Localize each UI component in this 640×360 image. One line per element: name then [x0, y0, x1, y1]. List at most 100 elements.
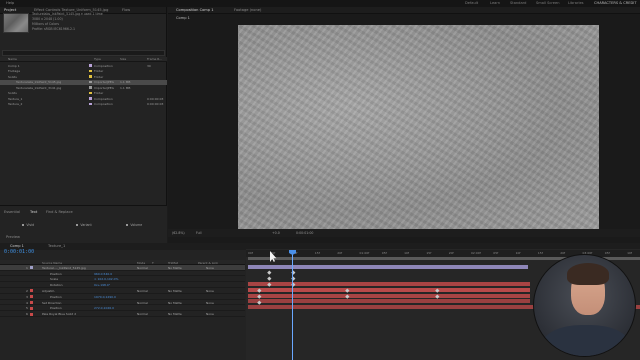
tab-project[interactable]: Project [4, 8, 16, 12]
layer-name[interactable]: Position [50, 272, 62, 276]
column-size[interactable]: Size [120, 57, 126, 61]
layer-label-color[interactable] [30, 306, 33, 310]
property-value[interactable]: 1970.0,1290.0 [94, 295, 116, 299]
exposure-value[interactable]: +0.0 [272, 231, 280, 235]
column-parent[interactable]: Parent & Link [198, 261, 218, 265]
layer-label-color[interactable] [30, 289, 33, 293]
layer-row[interactable]: Rotation 0x+198.0° [0, 282, 245, 288]
timeline-timecode[interactable]: 0:00:01:00 [4, 249, 34, 255]
layer-row[interactable]: 3 Position 1970.0,1290.0 [0, 294, 245, 300]
option-volume[interactable]: Volume [126, 223, 142, 227]
column-frame-rate[interactable]: Frame R... [147, 57, 162, 61]
parent-select[interactable]: None [206, 289, 214, 293]
parent-select[interactable]: None [206, 301, 214, 305]
tab-flow[interactable]: Flow [122, 8, 130, 12]
parent-select[interactable]: None [206, 312, 214, 316]
label-color-swatch[interactable] [89, 102, 92, 106]
column-t[interactable]: T [152, 261, 154, 265]
label-color-swatch[interactable] [89, 69, 92, 73]
parent-select[interactable]: None [206, 266, 214, 270]
layer-number: 4 [26, 300, 28, 305]
property-value[interactable]: ∞ 102.0,102.0% [94, 277, 118, 281]
project-row[interactable]: Texturelabs_InkPaint_5145.jpg ImporterJPE… [0, 79, 167, 85]
layer-row[interactable]: 4 Set Direction Normal No Matte None [0, 300, 245, 306]
label-color-swatch[interactable] [89, 64, 92, 67]
blend-mode-select[interactable]: Normal [137, 266, 148, 270]
zoom-level[interactable]: (62.8%) [172, 231, 185, 235]
project-row[interactable]: Texture_2 Composition 0:00:00:03 [0, 102, 167, 107]
workspace-default[interactable]: Default [465, 1, 478, 5]
option-variant[interactable]: Variant [76, 223, 92, 227]
label-color-swatch[interactable] [89, 86, 92, 89]
project-search-input[interactable] [2, 50, 165, 56]
tab-comp-1[interactable]: Comp 1 [10, 244, 24, 248]
tab-find-replace[interactable]: Find & Replace [46, 210, 73, 214]
layer-row[interactable]: Scale ∞ 102.0,102.0% [0, 277, 245, 283]
layer-row[interactable]: 6 Pale Royal Blue Solid 2 Normal No Matte No… [0, 311, 245, 317]
layer-label-color[interactable] [30, 312, 33, 316]
layer-row[interactable]: 5 Position 272.0,1026.0 [0, 306, 245, 312]
column-source-name[interactable]: Source Name [42, 261, 62, 265]
blend-mode-select[interactable]: Normal [137, 301, 148, 305]
blend-mode-select[interactable]: Normal [137, 289, 148, 293]
ruler-tick-label: 05f [604, 251, 610, 255]
playhead-line[interactable] [292, 250, 293, 360]
track-matte-select[interactable]: No Matte [168, 289, 182, 293]
label-color-swatch[interactable] [89, 80, 92, 84]
column-type[interactable]: Type [94, 57, 101, 61]
layer-row[interactable]: Position 960.0,540.0 [0, 271, 245, 277]
property-value[interactable]: 272.0,1026.0 [94, 306, 114, 310]
label-color-swatch[interactable] [89, 91, 92, 95]
layer-label-color[interactable] [30, 301, 33, 305]
menu-help[interactable]: Help [6, 1, 14, 5]
project-row[interactable]: Comp 1 Composition 30 [0, 63, 167, 68]
layer-name[interactable]: Rotation [50, 283, 63, 287]
project-row[interactable]: Texture_1 Composition 0:00:00:03 [0, 96, 167, 101]
layer-label-color[interactable] [30, 295, 33, 299]
track-matte-select[interactable]: No Matte [168, 266, 182, 270]
layer-name[interactable]: Adjustm. [42, 289, 55, 293]
workspace-small-screen[interactable]: Small Screen [536, 1, 559, 5]
project-row[interactable]: Texturelabs_InkPaint_3141.jpg ImporterJPE… [0, 85, 167, 90]
tab-essential[interactable]: Essential [4, 210, 20, 214]
blend-mode-select[interactable]: Normal [137, 312, 148, 316]
comp-subtab[interactable]: Comp 1 [176, 16, 190, 20]
layer-label-color[interactable] [30, 266, 33, 270]
column-trkmat[interactable]: TrkMat [168, 261, 178, 265]
composition-canvas[interactable] [238, 25, 599, 229]
row-name: Footage [8, 69, 21, 73]
layer-name[interactable]: Pale Royal Blue Solid 2 [42, 312, 76, 316]
layer-row[interactable]: 2 Adjustm. Normal No Matte None [0, 288, 245, 294]
project-row[interactable]: Footage Folder [0, 69, 167, 74]
option-vivid[interactable]: Vivid [22, 223, 34, 227]
row-type: Composition [94, 96, 113, 101]
layer-row[interactable]: 1 Texturel...._InkPaint_5145.jpg Normal No … [0, 265, 245, 271]
track-matte-select[interactable]: No Matte [168, 301, 182, 305]
layer-name[interactable]: Position [50, 295, 62, 299]
viewer-timecode[interactable]: 0:00:01:00 [296, 231, 313, 235]
workspace-characters[interactable]: CHARACTERS & CREDIT [594, 1, 637, 5]
tab-text[interactable]: Text [30, 210, 37, 214]
workspace-libraries[interactable]: Libraries [568, 1, 584, 5]
project-row[interactable]: Solids Folder [0, 74, 167, 79]
track-matte-select[interactable]: No Matte [168, 312, 182, 316]
tab-footage[interactable]: Footage (none) [234, 8, 261, 12]
project-column-header: Name Type Size Frame R... [0, 57, 167, 62]
label-color-swatch[interactable] [89, 97, 92, 100]
workspace-standard[interactable]: Standard [510, 1, 526, 5]
layer-name[interactable]: Set Direction [42, 301, 61, 305]
layer-name[interactable]: Position [50, 306, 62, 310]
column-mode[interactable]: Mode [137, 261, 145, 265]
tab-composition[interactable]: Composition Comp 1 [176, 8, 214, 12]
property-value[interactable]: 960.0,540.0 [94, 272, 112, 276]
layer-name[interactable]: Texturel...._InkPaint_5145.jpg [42, 266, 86, 270]
label-color-swatch[interactable] [89, 75, 92, 78]
column-name[interactable]: Name [8, 57, 17, 61]
tab-texture-1[interactable]: Texture_1 [48, 244, 65, 248]
preview-label: Preview [6, 235, 20, 239]
property-value[interactable]: 0x+198.0° [94, 283, 110, 287]
layer-name[interactable]: Scale [50, 277, 58, 281]
project-row[interactable]: Solids Folder [0, 91, 167, 96]
workspace-learn[interactable]: Learn [490, 1, 500, 5]
resolution-select[interactable]: Full [196, 231, 201, 235]
